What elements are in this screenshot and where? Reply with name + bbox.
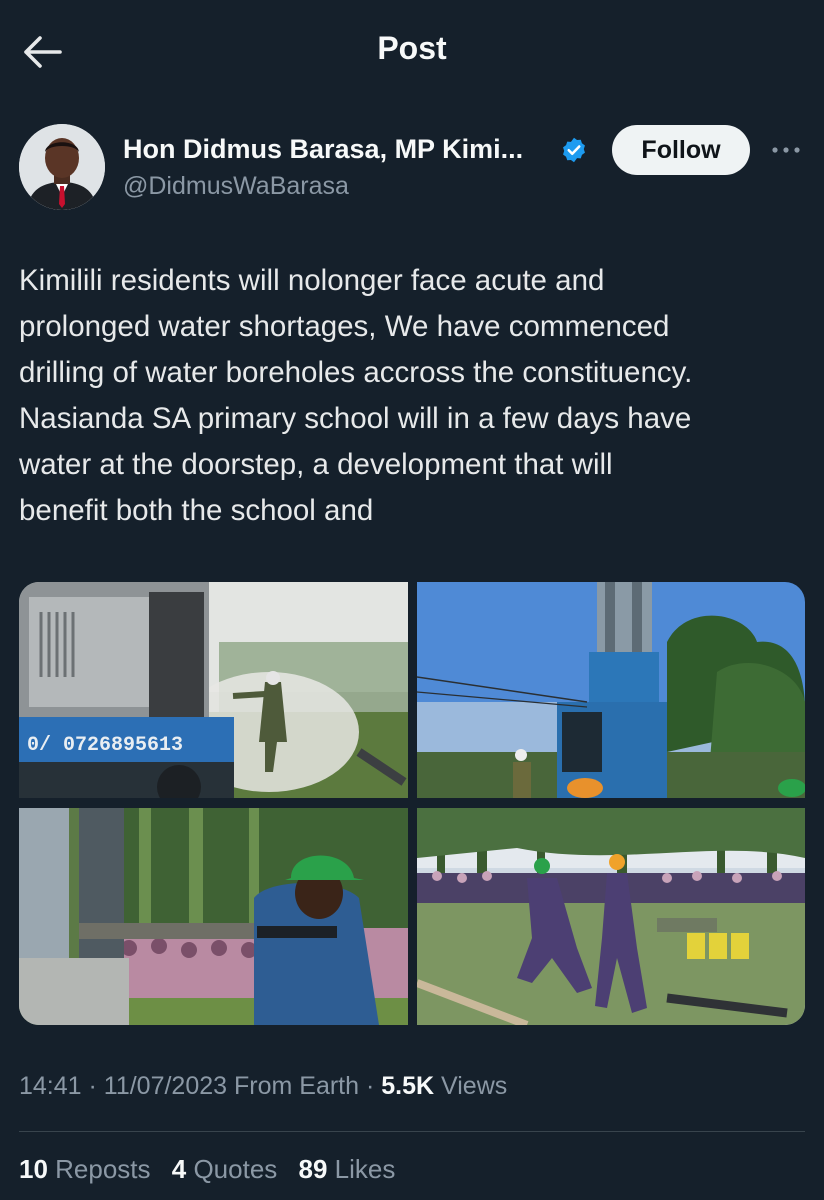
photo-drilling-truck[interactable]: 0/ 0726895613 [19,582,408,798]
engagement-stats: 10 Reposts 4 Quotes 89 Likes [19,1154,409,1185]
avatar[interactable] [19,124,105,210]
photo-worker-helmet[interactable] [19,808,408,1025]
truck-phone-text: 0/ 0726895613 [27,734,183,757]
author-handle[interactable]: @DidmusWaBarasa [123,172,349,201]
views-label: Views [434,1072,508,1100]
views-count: 5.5K [381,1072,435,1100]
likes-stat[interactable]: 89 Likes [299,1154,396,1184]
author-name[interactable]: Hon Didmus Barasa, MP Kimi... [123,134,523,165]
photo-drilling-rig[interactable] [417,582,805,798]
reposts-stat[interactable]: 10 Reposts [19,1154,151,1184]
tweet-time[interactable]: 14:41 [19,1072,82,1100]
photo-workers-crowd[interactable] [417,808,805,1025]
page-title: Post [377,30,447,66]
ellipsis-icon[interactable] [768,140,804,160]
likes-count: 89 [298,1154,328,1184]
reposts-count: 10 [19,1154,48,1184]
quotes-stat[interactable]: 4 Quotes [172,1154,278,1184]
divider [19,1131,805,1132]
media-grid: 0/ 0726895613 [19,582,805,1025]
tweet-meta: 14:41 · 11/07/2023 From Earth · 5.5K Vie… [19,1072,508,1100]
verified-badge-icon [563,137,585,163]
tweet-text: Kimilili residents will nolonger face ac… [19,264,693,527]
tweet-date[interactable]: 11/07/2023 [104,1072,227,1100]
follow-button[interactable]: Follow [612,125,750,175]
post-header: Post [0,0,824,100]
tweet-source: From Earth [227,1072,360,1100]
quotes-count: 4 [171,1154,187,1184]
